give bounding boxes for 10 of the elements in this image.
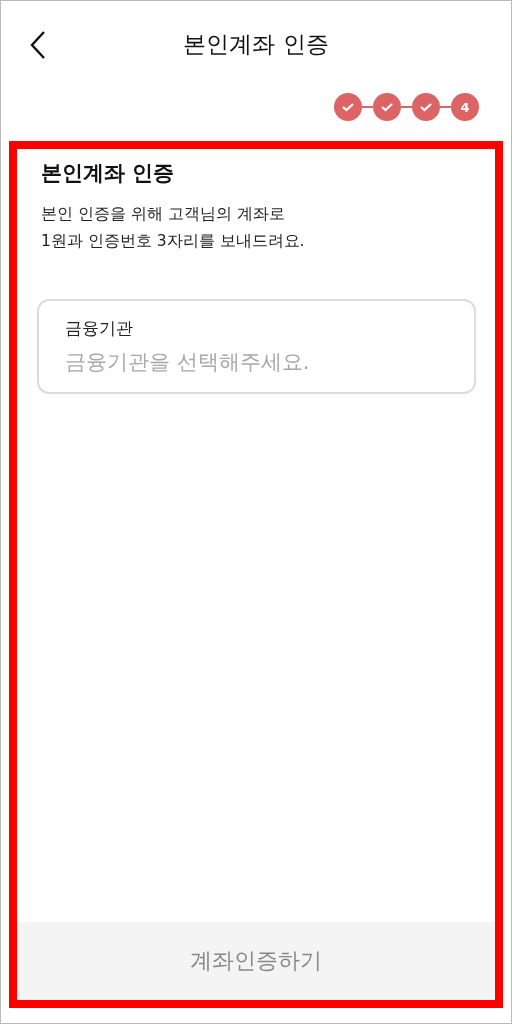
- checkmark-icon: [380, 102, 394, 112]
- section-title: 본인계좌 인증: [41, 160, 176, 187]
- checkmark-icon: [341, 102, 355, 112]
- bank-select-field[interactable]: 금융기관을 선택해주세요.: [65, 350, 448, 374]
- current-step: 4: [451, 93, 479, 121]
- description-text: 본인 인증을 위해 고객님의 계좌로 1원과 인증번호 3자리를 보내드려요.: [41, 204, 306, 252]
- back-icon: [30, 30, 46, 60]
- field-label: 금융기관: [65, 317, 134, 340]
- screen-title: 본인계좌 인증: [183, 29, 329, 59]
- checkmark-icon: [419, 102, 433, 112]
